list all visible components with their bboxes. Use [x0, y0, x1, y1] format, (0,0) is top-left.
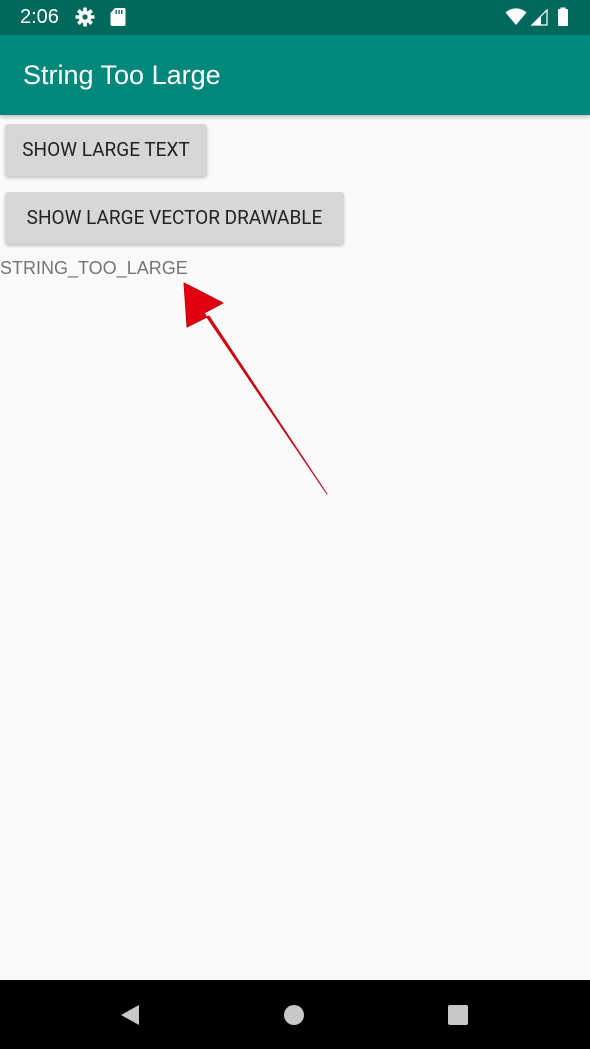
home-icon[interactable] — [281, 1002, 307, 1028]
screen: 2:06 String Too Large SHOW LARGE TEXT SH… — [0, 0, 590, 1049]
sd-card-icon — [108, 7, 128, 27]
show-large-text-button[interactable]: SHOW LARGE TEXT — [5, 124, 207, 176]
status-time: 2:06 — [20, 6, 59, 28]
result-text: STRING_TOO_LARGE — [0, 258, 188, 278]
battery-icon — [556, 7, 570, 27]
app-bar: String Too Large — [0, 35, 590, 115]
wifi-icon — [505, 7, 527, 27]
back-icon[interactable] — [117, 1002, 143, 1028]
recents-icon[interactable] — [445, 1002, 471, 1028]
signal-icon — [530, 7, 550, 27]
navigation-bar — [0, 980, 590, 1049]
show-large-vector-drawable-button[interactable]: SHOW LARGE VECTOR DRAWABLE — [5, 192, 344, 244]
settings-icon — [75, 7, 95, 27]
app-title: String Too Large — [23, 60, 221, 90]
status-bar: 2:06 — [0, 0, 590, 35]
